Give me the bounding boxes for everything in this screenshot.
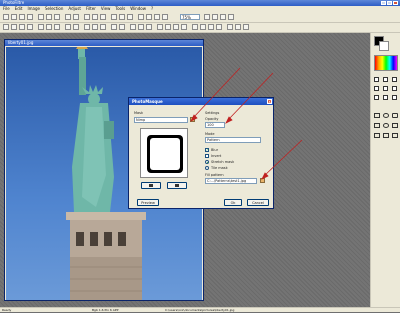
annotation-arrows — [190, 67, 303, 180]
arrow-to-pattern-browse — [263, 139, 303, 177]
status-state: Ready — [2, 308, 12, 312]
arrow-to-mask-browse — [192, 67, 241, 119]
status-bar: Ready Bgb 1.6 Pix 6 APP C:\users\xxx\doc… — [0, 307, 400, 312]
arrow-to-opacity — [227, 72, 274, 121]
status-size: Bgb 1.6 Pix 6 APP — [92, 308, 119, 312]
status-path: C:\users\xxx\documents\pictures\liberty0… — [165, 308, 235, 312]
